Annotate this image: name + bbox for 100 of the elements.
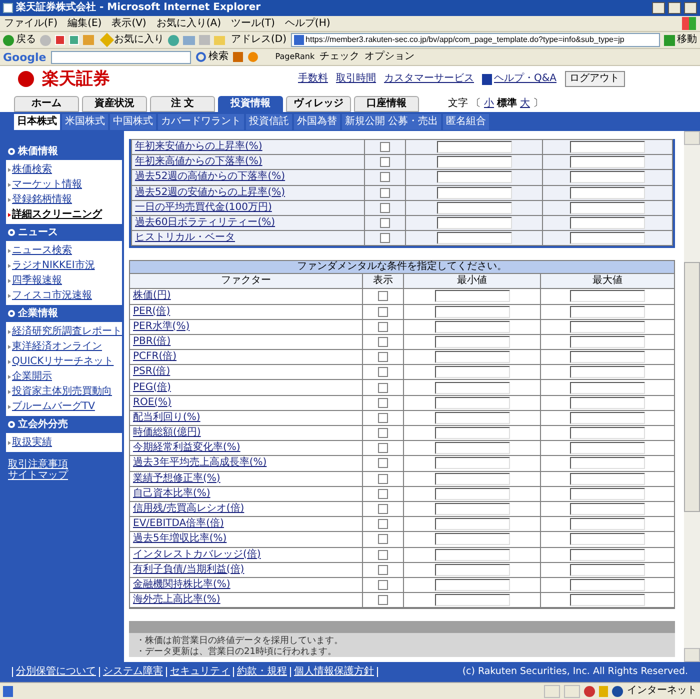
minimize-button[interactable] xyxy=(652,2,665,14)
checkbox[interactable] xyxy=(378,534,388,544)
main-tab[interactable]: 資産状況 xyxy=(82,96,147,112)
google-search-button[interactable]: 検索 xyxy=(196,52,228,62)
min-value-field[interactable] xyxy=(434,336,510,348)
max-value-field[interactable] xyxy=(570,472,645,485)
checkbox[interactable] xyxy=(378,322,388,332)
min-value-field[interactable] xyxy=(434,412,510,424)
min-value-field[interactable] xyxy=(434,533,510,546)
factor-link[interactable]: 業績予想修正率(%) xyxy=(133,474,220,484)
min-value-field[interactable] xyxy=(434,548,510,561)
pagerank-button[interactable]: PageRank xyxy=(275,53,315,61)
sidebar-link[interactable]: 詳細スクリーニング xyxy=(12,210,102,220)
factor-link[interactable]: 株価(円) xyxy=(133,291,171,302)
checkbox[interactable] xyxy=(380,202,390,213)
sidebar-link[interactable]: 取扱実績 xyxy=(12,438,52,448)
checkbox[interactable] xyxy=(380,233,390,244)
main-tab[interactable]: ヴィレッジ xyxy=(286,96,351,112)
font-size-option[interactable]: 大 xyxy=(520,99,530,109)
menu-item[interactable]: お気に入り(A) xyxy=(156,18,221,28)
checkbox[interactable] xyxy=(378,336,388,347)
min-value-field[interactable] xyxy=(436,156,512,168)
menu-item[interactable]: ファイル(F) xyxy=(4,18,58,28)
max-value-field[interactable] xyxy=(570,217,645,230)
factor-link[interactable]: インタレストカバレッジ(倍) xyxy=(133,550,261,560)
max-value-field[interactable] xyxy=(570,351,645,364)
max-value-field[interactable] xyxy=(570,186,645,199)
scroll-thumb[interactable] xyxy=(684,262,700,512)
factor-link[interactable]: 海外売上高比率(%) xyxy=(133,595,220,606)
sidebar-link[interactable]: 株価検索 xyxy=(12,164,52,174)
factor-link[interactable]: EV/EBITDA倍率(倍) xyxy=(133,519,224,530)
max-value-field[interactable] xyxy=(570,488,645,500)
min-value-field[interactable] xyxy=(436,186,512,199)
sub-tab[interactable]: 米国株式 xyxy=(62,114,108,130)
min-value-field[interactable] xyxy=(434,366,510,378)
checkbox[interactable] xyxy=(380,172,390,182)
checkbox[interactable] xyxy=(378,488,388,499)
max-value-field[interactable] xyxy=(570,336,645,348)
min-value-field[interactable] xyxy=(434,442,510,454)
min-value-field[interactable] xyxy=(434,578,510,591)
max-value-field[interactable] xyxy=(570,156,645,168)
min-value-field[interactable] xyxy=(434,518,510,530)
max-value-field[interactable] xyxy=(570,306,645,318)
factor-link[interactable]: 過去3年平均売上高成長率(%) xyxy=(133,458,267,468)
factor-link[interactable]: ヒストリカル・ベータ xyxy=(135,233,235,244)
google-search-field[interactable] xyxy=(51,50,192,64)
max-value-field[interactable] xyxy=(570,382,645,394)
sidebar-link[interactable]: ブルームバーグTV xyxy=(12,402,95,412)
menu-item[interactable]: 編集(E) xyxy=(68,18,102,28)
factor-link[interactable]: 自己資本比率(%) xyxy=(133,488,210,499)
checkbox[interactable] xyxy=(380,188,390,198)
main-tab[interactable]: ホーム xyxy=(14,96,79,112)
checkbox[interactable] xyxy=(378,458,388,468)
favorites-button[interactable]: お気に入り xyxy=(102,35,164,45)
main-tab[interactable]: 投資情報 xyxy=(218,96,283,112)
max-value-field[interactable] xyxy=(570,578,645,591)
header-link[interactable]: カスタマーサービス xyxy=(384,74,474,84)
checkbox[interactable] xyxy=(378,382,388,393)
sub-tab[interactable]: 投資信託 xyxy=(246,114,292,130)
min-value-field[interactable] xyxy=(434,564,510,576)
checkbox[interactable] xyxy=(378,428,388,438)
header-link[interactable]: 取引時間 xyxy=(336,74,376,84)
sidebar-link[interactable]: 登録銘柄情報 xyxy=(12,194,72,204)
max-value-field[interactable] xyxy=(570,141,645,154)
checkbox[interactable] xyxy=(378,550,388,560)
factor-link[interactable]: PSR(倍) xyxy=(133,367,170,378)
checkbox[interactable] xyxy=(378,580,388,590)
footer-link[interactable]: 分別保管について xyxy=(13,667,99,677)
max-value-field[interactable] xyxy=(570,594,645,606)
checkbox[interactable] xyxy=(378,398,388,408)
close-button[interactable] xyxy=(684,2,697,14)
sub-tab[interactable]: 匿名組合 xyxy=(443,114,490,130)
factor-link[interactable]: 一日の平均売買代金(100万円) xyxy=(135,202,272,213)
factor-link[interactable]: 時価総額(億円) xyxy=(133,428,201,438)
checkbox[interactable] xyxy=(378,367,388,378)
sidebar-link[interactable]: 企業開示 xyxy=(12,372,52,382)
sidebar-link[interactable]: QUICKリサーチネット xyxy=(12,356,114,366)
menu-item[interactable]: ヘルプ(H) xyxy=(284,18,330,28)
scrollbar[interactable] xyxy=(684,131,700,662)
max-value-field[interactable] xyxy=(570,171,645,184)
max-value-field[interactable] xyxy=(570,518,645,530)
min-value-field[interactable] xyxy=(436,171,512,184)
max-value-field[interactable] xyxy=(570,427,645,440)
checkbox[interactable] xyxy=(378,519,388,530)
options-button[interactable]: オプション xyxy=(364,52,415,62)
max-value-field[interactable] xyxy=(570,366,645,378)
sidebar-link[interactable]: マーケット情報 xyxy=(12,180,82,190)
min-value-field[interactable] xyxy=(434,382,510,394)
factor-link[interactable]: PER水準(%) xyxy=(133,322,190,332)
sidebar-link[interactable]: サイトマップ xyxy=(8,471,122,481)
checkbox[interactable] xyxy=(378,412,388,423)
footer-link[interactable]: 個人情報保護方針 xyxy=(291,667,377,677)
checkbox[interactable] xyxy=(378,595,388,606)
factor-link[interactable]: 年初来高値からの下落率(%) xyxy=(135,157,262,168)
logout-button[interactable]: ログアウト xyxy=(564,71,625,87)
factor-link[interactable]: 過去60日ボラティリティー(%) xyxy=(135,218,276,228)
font-size-option[interactable]: 小 xyxy=(484,99,494,109)
factor-link[interactable]: 年初来安値からの上昇率(%) xyxy=(135,142,262,152)
min-value-field[interactable] xyxy=(434,306,510,318)
main-tab[interactable]: 注 文 xyxy=(150,96,215,112)
